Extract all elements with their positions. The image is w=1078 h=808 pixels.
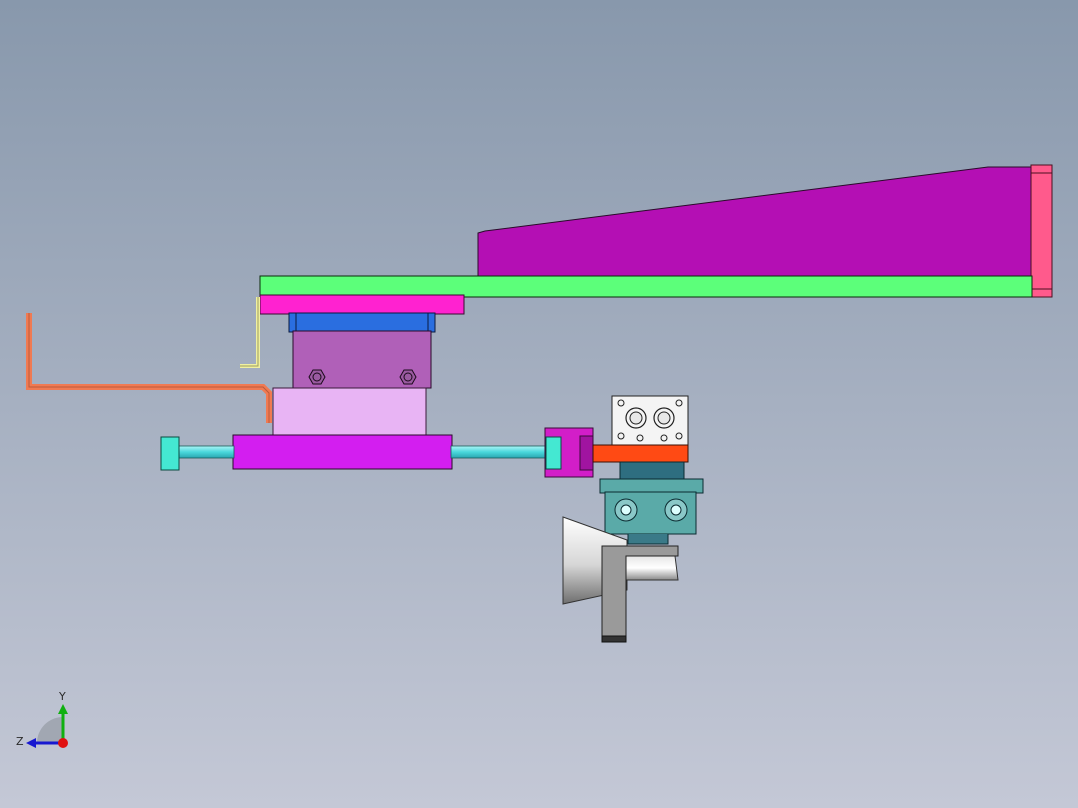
gripper-foot xyxy=(601,635,627,643)
cad-viewport[interactable]: Y Z xyxy=(0,0,1078,808)
actuator-neck xyxy=(619,461,685,481)
arm-beam[interactable] xyxy=(259,275,1033,298)
y-axis-arrow-icon xyxy=(58,704,68,714)
carriage[interactable] xyxy=(232,434,453,470)
end-cap[interactable] xyxy=(1030,164,1053,298)
l-bracket[interactable] xyxy=(240,297,260,368)
z-axis-arrow-icon xyxy=(26,738,36,748)
lower-block[interactable] xyxy=(272,387,427,438)
hex-bolt-icon xyxy=(399,369,417,385)
bent-wire-outline xyxy=(28,313,270,423)
actuator-notch xyxy=(627,534,669,545)
orientation-triad: Y Z xyxy=(16,690,68,748)
mounting-plate[interactable] xyxy=(259,294,465,315)
wedge-plate[interactable] xyxy=(477,166,1033,277)
y-axis-label: Y xyxy=(58,690,66,703)
x-axis-dot-icon xyxy=(58,738,68,748)
guide-rod[interactable] xyxy=(450,445,548,459)
gripper-pipe xyxy=(624,555,679,581)
rod-clamp-slot xyxy=(579,435,594,471)
z-axis-label: Z xyxy=(16,735,24,748)
rotary-actuator[interactable] xyxy=(599,478,704,494)
arm-assembly xyxy=(259,164,1053,298)
rod-end-stop[interactable] xyxy=(160,436,180,471)
bent-wire[interactable] xyxy=(26,313,272,423)
blue-clamp[interactable] xyxy=(288,312,436,333)
orange-plate[interactable] xyxy=(592,444,689,463)
slide-stack xyxy=(232,294,465,470)
cad-drawing: Y Z xyxy=(16,164,1053,748)
rod-end-stop[interactable] xyxy=(545,436,562,470)
guide-rod[interactable] xyxy=(177,445,235,459)
hex-bolt-icon xyxy=(308,369,326,385)
l-bracket-outline xyxy=(240,297,259,367)
triad-quarter-disc xyxy=(37,717,63,743)
